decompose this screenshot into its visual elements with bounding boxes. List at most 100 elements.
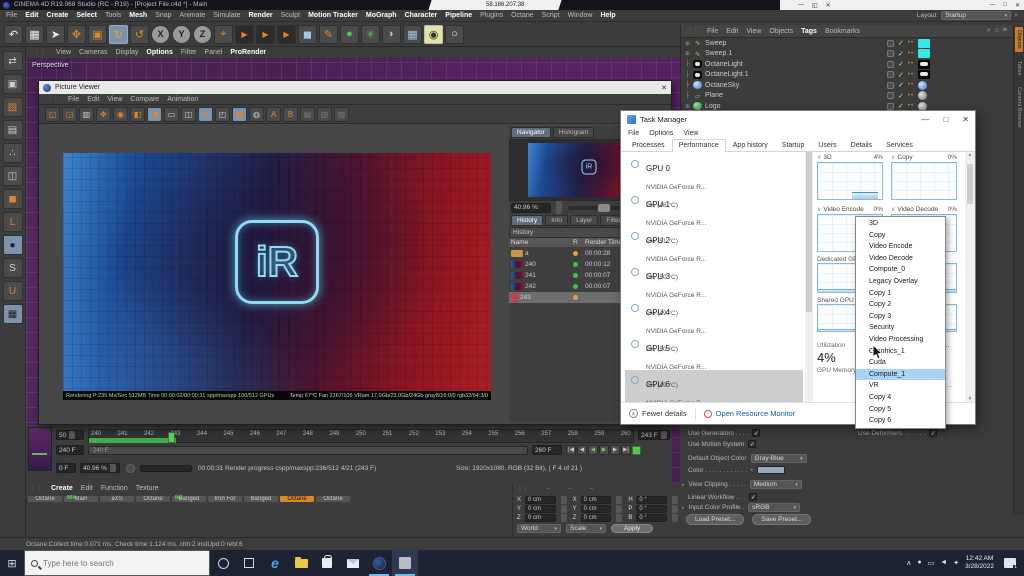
om-search-icon[interactable]: ⌕ — [987, 27, 991, 35]
dropdown-item[interactable]: Copy — [856, 230, 945, 242]
overlay-close-icon[interactable]: ✕ — [826, 2, 831, 9]
object-tag-icon[interactable] — [918, 39, 930, 48]
taskbar-search[interactable] — [24, 550, 210, 576]
dropdown-item[interactable]: VR — [856, 380, 945, 392]
edge-icon[interactable]: e — [262, 550, 288, 576]
gpu-list-item[interactable]: GPU 0NVIDIA GeForce R...0% (48 °C) — [625, 154, 803, 190]
workplane-mode-icon[interactable]: ▤ — [3, 120, 23, 140]
layer-dots[interactable]: •• — [908, 40, 914, 46]
tab[interactable]: Performance — [672, 139, 726, 152]
view-clipping-select[interactable]: Medium▾ — [750, 480, 802, 489]
om-dock-icon[interactable]: ≡ — [1003, 27, 1007, 35]
tab[interactable]: Startup — [775, 139, 812, 151]
dropdown-item[interactable]: Copy 6 — [856, 415, 945, 427]
make-editable-icon[interactable]: ⇄ — [3, 51, 23, 71]
rotate-tool-icon[interactable]: ↻ — [109, 25, 128, 44]
color-profile-select[interactable]: sRGB▾ — [748, 503, 800, 512]
select-tool-icon[interactable]: ➤ — [46, 25, 65, 44]
polygons-mode-icon[interactable]: ◼ — [3, 189, 23, 209]
panel-tab[interactable]: Navigator — [511, 127, 551, 138]
screen-capture-icon[interactable]: ▦ — [25, 25, 44, 44]
enabled-check-icon[interactable]: ✓ — [898, 60, 904, 68]
enabled-check-icon[interactable]: ✓ — [898, 71, 904, 79]
default-color-select[interactable]: Gray-Blue▾ — [751, 454, 807, 463]
menu-item[interactable]: View — [107, 96, 122, 103]
expander-icon[interactable]: ├ — [685, 72, 693, 78]
menu-item[interactable]: File — [68, 96, 79, 103]
tray-display-icon[interactable]: ▭ — [928, 559, 935, 567]
task-view-button[interactable] — [236, 550, 262, 576]
animation-settings-icon[interactable]: ▥ — [79, 107, 94, 122]
panel-grip-icon[interactable]: ⋮⋮ — [517, 486, 529, 493]
picture-viewer-titlebar[interactable]: Picture Viewer ✕ — [39, 81, 671, 94]
tab[interactable]: Users — [811, 139, 843, 151]
material-thumbnail[interactable]: Octane — [280, 495, 314, 502]
progress-toggle-icon[interactable] — [126, 464, 135, 473]
environment-icon[interactable]: ▦ — [403, 25, 422, 44]
menu-item[interactable]: View — [56, 49, 71, 56]
expander-icon[interactable]: ⊕ — [685, 40, 693, 47]
menu-item[interactable]: Edit — [25, 12, 38, 19]
object-row[interactable]: ├ Plane ✓ •• — [681, 91, 1013, 102]
start-frame-field[interactable]: 240 F — [56, 445, 84, 455]
panel-grip-icon[interactable]: ⋮⋮ — [30, 485, 42, 492]
menu-item[interactable]: View — [683, 130, 698, 137]
tm-scrollbar[interactable]: ▲▼ — [965, 152, 975, 402]
dropdown-item[interactable]: Compute_1 — [856, 369, 945, 381]
current-frame-marker[interactable] — [168, 432, 175, 443]
dropdown-item[interactable]: Video Encode — [856, 241, 945, 253]
texture-mode-icon[interactable]: ▨ — [3, 97, 23, 117]
cortana-button[interactable] — [210, 550, 236, 576]
side-tab[interactable]: Takes — [1015, 58, 1023, 78]
panel-grip-icon[interactable]: ⋮⋮ — [687, 28, 699, 35]
menu-item[interactable]: Options — [649, 130, 673, 137]
compare-grid-icon[interactable]: ▦ — [232, 107, 247, 122]
tab[interactable]: Services — [879, 139, 920, 151]
menu-item[interactable]: Snap — [155, 12, 171, 19]
menu-item[interactable]: Character — [405, 12, 438, 19]
edges-mode-icon[interactable]: ◫ — [3, 166, 23, 186]
window-maximize-icon[interactable]: □ — [1003, 2, 1007, 8]
tab[interactable]: App history — [726, 139, 775, 151]
generator-icon[interactable]: ● — [340, 25, 359, 44]
render-picture-viewer-icon[interactable]: ▶ — [256, 25, 275, 44]
menu-item[interactable]: View — [746, 28, 761, 35]
channel-49-icon[interactable]: ▤ — [300, 107, 315, 122]
menu-item[interactable]: Edit — [726, 28, 738, 35]
object-name[interactable]: Logo — [705, 103, 721, 110]
mail-icon[interactable] — [340, 550, 366, 576]
menu-item[interactable]: Animation — [167, 96, 198, 103]
deformer-icon[interactable]: ◗ — [382, 25, 401, 44]
layer-dots[interactable]: •• — [908, 103, 914, 109]
axis-lock-icon[interactable]: L — [3, 212, 23, 232]
magnet-icon[interactable]: U — [3, 281, 23, 301]
current-frame-field[interactable]: 243 F — [638, 430, 670, 440]
menu-item[interactable]: Objects — [769, 28, 793, 35]
tweak-mode-icon[interactable]: ● — [3, 235, 23, 255]
side-tab[interactable]: Objects — [1015, 27, 1023, 52]
version-b-icon[interactable]: B — [283, 107, 298, 122]
color-picker-icon[interactable]: ◉ — [113, 107, 128, 122]
file-explorer-icon[interactable] — [288, 550, 314, 576]
tray-security-icon[interactable]: ● — [917, 559, 921, 567]
enabled-check-icon[interactable]: ✓ — [898, 50, 904, 58]
visibility-toggle[interactable] — [887, 71, 894, 78]
fewer-details-button[interactable]: ∧Fewer details — [629, 409, 687, 418]
menu-item[interactable]: Create — [47, 12, 69, 19]
camera-icon[interactable]: ◉ — [424, 25, 443, 44]
use-generators-checkbox[interactable]: ✓ — [752, 429, 760, 437]
overlay-minimize-icon[interactable]: — — [798, 2, 804, 8]
menu-item[interactable]: Script — [542, 12, 560, 19]
coordinate-field[interactable]: Z0 cm — [517, 514, 567, 522]
save-preset-button[interactable]: Save Preset... — [752, 514, 811, 525]
layout-select[interactable]: Startup▾ — [941, 11, 1011, 20]
material-thumbnail[interactable]: MIX Main — [64, 495, 98, 502]
task-manager-titlebar[interactable]: Task Manager — □ ✕ — [621, 111, 975, 127]
enabled-check-icon[interactable]: ✓ — [898, 81, 904, 89]
overlay-restore-icon[interactable]: ◱ — [812, 2, 818, 9]
pan-tool-icon[interactable]: ✥ — [96, 107, 111, 122]
dropdown-item[interactable]: Video Processing — [856, 334, 945, 346]
tm-minimize-icon[interactable]: — — [921, 115, 929, 124]
active-app-icon[interactable] — [392, 550, 418, 576]
layout-split-icon[interactable]: ◫ — [181, 107, 196, 122]
